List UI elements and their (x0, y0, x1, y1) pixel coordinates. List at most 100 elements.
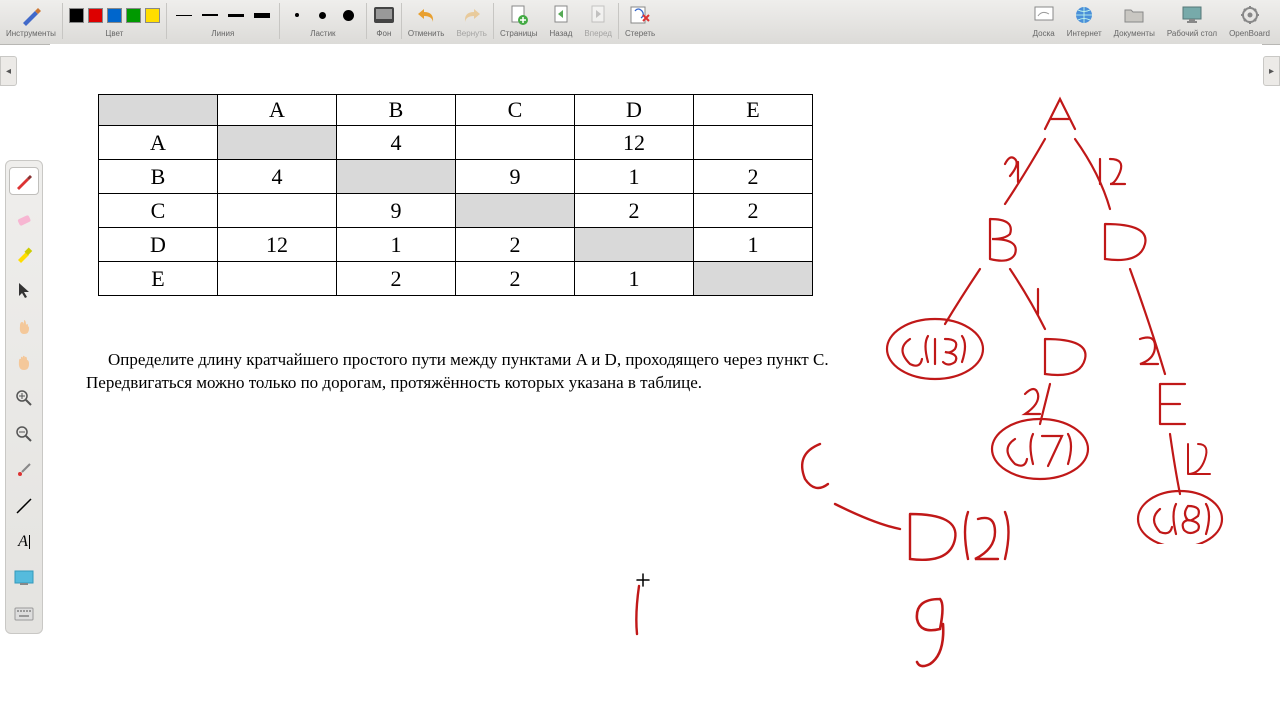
eraser-tool-icon[interactable] (10, 205, 38, 231)
undo-group: Отменить (402, 0, 451, 44)
redo-group: Вернуть (450, 0, 492, 44)
table-cell: 2 (456, 262, 575, 296)
zoom-out-tool-icon[interactable] (10, 421, 38, 447)
task-line1: Определите длину кратчайшего простого пу… (86, 349, 866, 372)
task-line2: Передвигаться можно только по дорогам, п… (86, 373, 702, 392)
table-cell: 1 (575, 160, 694, 194)
documents-label: Документы (1114, 29, 1155, 38)
bg-label: Фон (376, 29, 391, 38)
table-cell: 2 (575, 194, 694, 228)
eraser-medium-icon[interactable] (312, 4, 334, 26)
erase-label: Стереть (625, 29, 655, 38)
pen-tool-icon[interactable] (9, 167, 39, 195)
row-header: E (99, 262, 218, 296)
board-icon[interactable] (1033, 4, 1055, 26)
pointer-tool-icon[interactable] (10, 277, 38, 303)
globe-icon[interactable] (1073, 4, 1095, 26)
back-label: Назад (550, 29, 573, 38)
col-header: A (218, 95, 337, 126)
line-medium-icon[interactable] (199, 4, 221, 26)
toolbar-right: Доска Интернет Документы Рабочий стол Op… (1027, 0, 1276, 44)
line-thin-icon[interactable] (173, 4, 195, 26)
internet-group: Интернет (1061, 0, 1108, 44)
table-cell: 2 (456, 228, 575, 262)
table-cell (456, 194, 575, 228)
gear-icon[interactable] (1239, 4, 1261, 26)
erase-group: Стереть (619, 0, 661, 44)
redo-label: Вернуть (456, 29, 486, 38)
color-red-swatch[interactable] (88, 8, 103, 23)
handwriting-nine (895, 584, 975, 674)
whiteboard-canvas[interactable]: A B C D E A 4 12 B 4 9 1 2 C 9 2 (50, 44, 1262, 720)
highlighter-tool-icon[interactable] (10, 241, 38, 267)
col-header: C (456, 95, 575, 126)
color-green-swatch[interactable] (126, 8, 141, 23)
table-cell: 4 (218, 160, 337, 194)
color-label: Цвет (105, 29, 123, 38)
forward-group: Вперед (578, 0, 618, 44)
table-cell: 4 (337, 126, 456, 160)
line-xthick-icon[interactable] (251, 4, 273, 26)
undo-label: Отменить (408, 29, 445, 38)
table-cell: 1 (575, 262, 694, 296)
row-header: C (99, 194, 218, 228)
keyboard-tool-icon[interactable] (10, 601, 38, 627)
text-tool-icon[interactable]: A (10, 529, 38, 555)
eraser-large-icon[interactable] (338, 4, 360, 26)
documents-group: Документы (1108, 0, 1161, 44)
line-thick-icon[interactable] (225, 4, 247, 26)
table-cell (218, 126, 337, 160)
background-icon[interactable] (373, 4, 395, 26)
right-panel-tab[interactable]: ▸ (1263, 56, 1280, 86)
row-header: A (99, 126, 218, 160)
line-label: Линия (211, 29, 234, 38)
table-cell (218, 194, 337, 228)
table-cell (337, 160, 456, 194)
next-page-icon[interactable] (587, 4, 609, 26)
desktop-group: Рабочий стол (1161, 0, 1223, 44)
col-header: D (575, 95, 694, 126)
hand-point-tool-icon[interactable] (10, 313, 38, 339)
row-header: B (99, 160, 218, 194)
laser-tool-icon[interactable] (10, 457, 38, 483)
folder-icon[interactable] (1123, 4, 1145, 26)
color-black-swatch[interactable] (69, 8, 84, 23)
tool-palette: A (5, 160, 43, 634)
color-yellow-swatch[interactable] (145, 8, 160, 23)
desktop-icon[interactable] (1181, 4, 1203, 26)
table-corner (99, 95, 218, 126)
redo-icon[interactable] (461, 4, 483, 26)
distance-table: A B C D E A 4 12 B 4 9 1 2 C 9 2 (98, 94, 813, 296)
hand-grab-tool-icon[interactable] (10, 349, 38, 375)
pages-group: Страницы (494, 0, 544, 44)
erase-page-icon[interactable] (629, 4, 651, 26)
prev-page-icon[interactable] (550, 4, 572, 26)
background-group: Фон (367, 0, 401, 44)
line-tool-icon[interactable] (10, 493, 38, 519)
col-header: E (694, 95, 813, 126)
table-cell (218, 262, 337, 296)
cursor-mark (625, 564, 665, 644)
openboard-group: OpenBoard (1223, 0, 1276, 44)
back-group: Назад (544, 0, 579, 44)
screen-capture-tool-icon[interactable] (10, 565, 38, 591)
zoom-in-tool-icon[interactable] (10, 385, 38, 411)
table-cell: 2 (694, 194, 813, 228)
undo-icon[interactable] (415, 4, 437, 26)
color-group: Цвет (63, 0, 166, 44)
table-cell (456, 126, 575, 160)
line-group: Линия (167, 0, 279, 44)
table-cell: 2 (694, 160, 813, 194)
tools-label: Инструменты (6, 29, 56, 38)
color-blue-swatch[interactable] (107, 8, 122, 23)
table-cell: 9 (456, 160, 575, 194)
table-cell (694, 126, 813, 160)
main-toolbar: Инструменты Цвет Линия Ластик (0, 0, 1280, 45)
forward-label: Вперед (584, 29, 612, 38)
table-cell: 1 (694, 228, 813, 262)
table-cell: 12 (575, 126, 694, 160)
eraser-small-icon[interactable] (286, 4, 308, 26)
left-panel-tab[interactable]: ◂ (0, 56, 17, 86)
add-page-icon[interactable] (508, 4, 530, 26)
internet-label: Интернет (1067, 29, 1102, 38)
